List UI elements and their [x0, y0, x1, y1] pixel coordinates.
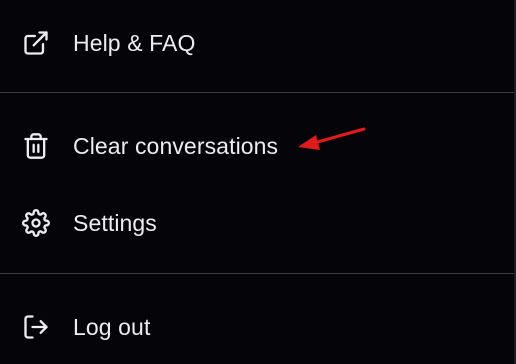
menu-item-log-out[interactable]: Log out [0, 297, 516, 357]
gear-icon [22, 209, 50, 237]
menu-item-clear-conversations[interactable]: Clear conversations [0, 116, 516, 176]
log-out-icon [22, 313, 50, 341]
divider [0, 273, 516, 274]
divider [0, 92, 516, 93]
menu-item-label: Settings [73, 209, 157, 236]
menu-item-label: Log out [73, 313, 151, 340]
menu-item-label: Clear conversations [73, 132, 279, 159]
account-menu: Help & FAQ Clear conversations Settings [0, 0, 516, 364]
menu-item-label: Help & FAQ [73, 29, 196, 56]
menu-item-settings[interactable]: Settings [0, 193, 516, 253]
trash-icon [22, 132, 50, 160]
menu-item-help-faq[interactable]: Help & FAQ [0, 13, 516, 73]
external-link-icon [22, 29, 50, 57]
